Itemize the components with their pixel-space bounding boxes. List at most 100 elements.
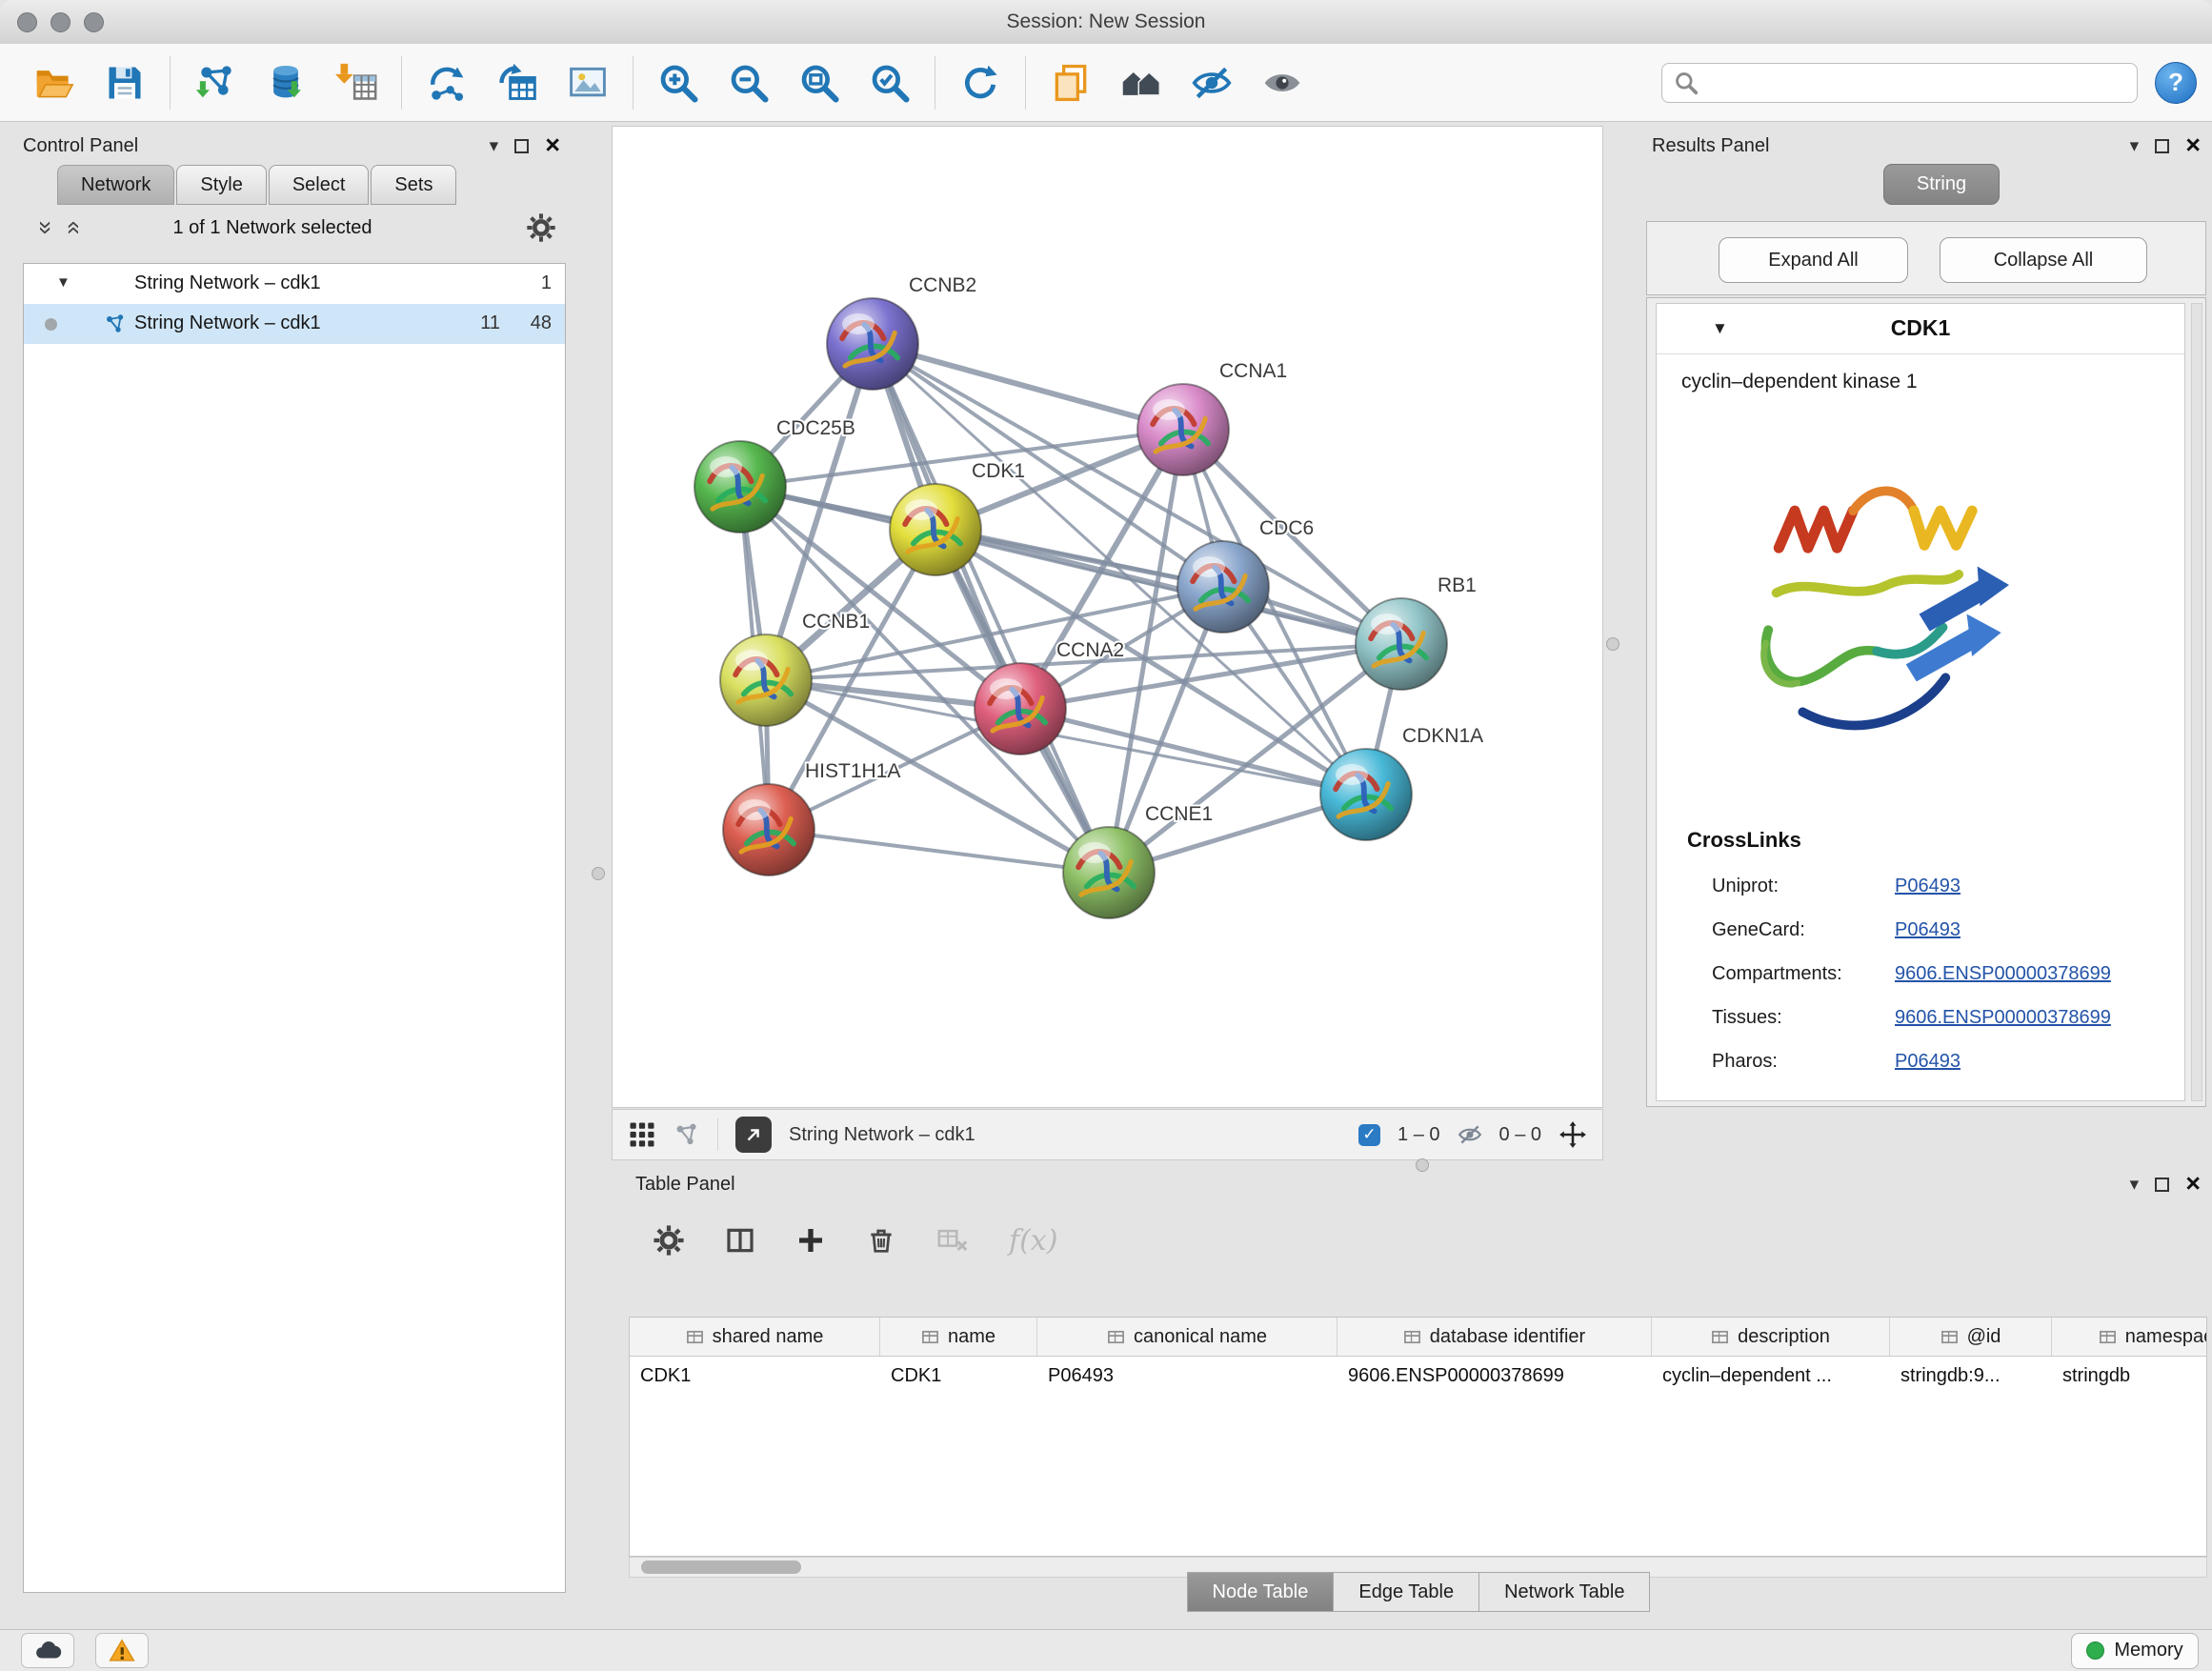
network-canvas[interactable]: CCNB2CCNA1CDC25BCDK1CDC6RB1CCNB1CCNA2CDK… bbox=[613, 127, 1602, 1107]
panel-menu-icon[interactable]: ▾ bbox=[490, 137, 499, 155]
warnings-button[interactable] bbox=[95, 1633, 149, 1668]
expand-all-button[interactable]: Expand All bbox=[1719, 237, 1908, 283]
tab-edge-table[interactable]: Edge Table bbox=[1333, 1572, 1479, 1612]
tab-network-table[interactable]: Network Table bbox=[1478, 1572, 1650, 1612]
control-panel-header: Control Panel ▾ × bbox=[11, 130, 572, 162]
table-options-gear-icon[interactable] bbox=[653, 1224, 685, 1257]
new-network-button[interactable] bbox=[425, 61, 469, 105]
open-session-button[interactable] bbox=[32, 61, 76, 105]
panel-float-icon[interactable] bbox=[514, 139, 529, 153]
column-header-name[interactable]: name bbox=[880, 1318, 1037, 1356]
column-header--id[interactable]: @id bbox=[1890, 1318, 2052, 1356]
network-row-selected[interactable]: String Network – cdk1 11 48 bbox=[24, 304, 565, 344]
results-scrollbar[interactable] bbox=[2191, 303, 2202, 1101]
houses-icon bbox=[1120, 62, 1162, 104]
zoom-fit-button[interactable] bbox=[797, 61, 841, 105]
grid-view-icon[interactable] bbox=[628, 1120, 656, 1149]
import-network-database-button[interactable] bbox=[264, 61, 308, 105]
table-cell[interactable]: CDK1 bbox=[880, 1365, 1037, 1387]
table-cell[interactable]: stringdb bbox=[2052, 1365, 2207, 1387]
hide-graphics-details-button[interactable] bbox=[1190, 61, 1234, 105]
zoom-selected-button[interactable] bbox=[868, 61, 912, 105]
copy-document-button[interactable] bbox=[1049, 61, 1093, 105]
arrow-ne-icon bbox=[743, 1124, 764, 1145]
show-graphics-details-button[interactable] bbox=[1260, 61, 1304, 105]
node-result-header[interactable]: ▼ CDK1 bbox=[1657, 304, 2184, 354]
import-table-file-button[interactable] bbox=[334, 61, 378, 105]
panel-menu-icon[interactable]: ▾ bbox=[2130, 1176, 2140, 1194]
network-options-gear-icon[interactable] bbox=[526, 212, 556, 243]
panel-close-icon[interactable]: × bbox=[545, 135, 560, 156]
toolbar-separator bbox=[1025, 56, 1026, 110]
table-cell[interactable]: CDK1 bbox=[630, 1365, 880, 1387]
node-label: CCNA2 bbox=[1056, 639, 1124, 661]
new-table-button[interactable] bbox=[495, 61, 539, 105]
table-cell[interactable]: P06493 bbox=[1037, 1365, 1337, 1387]
table-cell[interactable]: cyclin–dependent ... bbox=[1652, 1365, 1890, 1387]
bottom-splitter-handle[interactable] bbox=[1416, 1158, 1429, 1172]
save-session-button[interactable] bbox=[103, 61, 147, 105]
add-column-icon[interactable] bbox=[795, 1225, 826, 1256]
selected-checkbox-icon[interactable]: ✓ bbox=[1358, 1124, 1380, 1146]
collapse-all-button[interactable]: Collapse All bbox=[1940, 237, 2147, 283]
table-row[interactable]: CDK1CDK1P064939606.ENSP00000378699cyclin… bbox=[630, 1357, 2207, 1395]
tab-select[interactable]: Select bbox=[269, 165, 370, 205]
tab-sets[interactable]: Sets bbox=[371, 165, 456, 205]
tab-network[interactable]: Network bbox=[57, 165, 174, 205]
pan-crosshair-icon[interactable] bbox=[1558, 1120, 1587, 1149]
panel-close-icon[interactable]: × bbox=[2185, 1174, 2201, 1195]
main-toolbar: ? bbox=[0, 44, 2212, 122]
table-cell[interactable]: 9606.ENSP00000378699 bbox=[1337, 1365, 1652, 1387]
column-type-icon bbox=[1711, 1328, 1729, 1346]
collection-expanded-icon[interactable]: ▼ bbox=[56, 274, 70, 291]
column-header-canonical-name[interactable]: canonical name bbox=[1037, 1318, 1337, 1356]
node-highlight bbox=[1193, 556, 1225, 577]
zoom-selected-icon bbox=[869, 62, 911, 104]
crosslink-link[interactable]: P06493 bbox=[1895, 876, 1961, 897]
open-folder-icon bbox=[33, 62, 75, 104]
crosslink-link[interactable]: P06493 bbox=[1895, 1051, 1961, 1073]
tab-style[interactable]: Style bbox=[176, 165, 266, 205]
import-network-file-button[interactable] bbox=[193, 61, 237, 105]
right-splitter-handle[interactable] bbox=[1606, 637, 1619, 651]
hidden-eye-slash-icon[interactable] bbox=[1458, 1122, 1482, 1147]
crosslink-link[interactable]: 9606.ENSP00000378699 bbox=[1895, 963, 2111, 985]
show-columns-icon[interactable] bbox=[725, 1225, 755, 1256]
column-header-namespace[interactable]: namespace bbox=[2052, 1318, 2207, 1356]
search-input[interactable] bbox=[1661, 63, 2138, 103]
zoom-out-button[interactable] bbox=[727, 61, 771, 105]
zoom-in-icon bbox=[657, 62, 699, 104]
network-icon bbox=[104, 312, 127, 335]
network-collection-row[interactable]: ▼ String Network – cdk1 1 bbox=[24, 264, 565, 304]
panel-menu-icon[interactable]: ▾ bbox=[2130, 137, 2140, 155]
tab-string[interactable]: String bbox=[1883, 164, 2000, 205]
network-edge-count: 48 bbox=[531, 312, 552, 334]
export-image-button[interactable] bbox=[566, 61, 610, 105]
network-edge[interactable] bbox=[769, 830, 1109, 873]
table-cell[interactable]: stringdb:9... bbox=[1890, 1365, 2052, 1387]
network-share-icon[interactable] bbox=[674, 1121, 700, 1148]
panel-float-icon[interactable] bbox=[2155, 1178, 2169, 1192]
network-label: String Network – cdk1 bbox=[134, 312, 321, 334]
results-panel-title: Results Panel bbox=[1652, 135, 1769, 157]
left-splitter-handle[interactable] bbox=[592, 867, 605, 880]
export-view-button[interactable] bbox=[735, 1117, 772, 1153]
column-header-shared-name[interactable]: shared name bbox=[630, 1318, 880, 1356]
column-header-description[interactable]: description bbox=[1652, 1318, 1890, 1356]
overview-button[interactable] bbox=[1119, 61, 1163, 105]
help-button[interactable]: ? bbox=[2155, 62, 2197, 104]
tab-node-table[interactable]: Node Table bbox=[1187, 1572, 1335, 1612]
crosslink-link[interactable]: 9606.ENSP00000378699 bbox=[1895, 1007, 2111, 1029]
network-view[interactable]: CCNB2CCNA1CDC25BCDK1CDC6RB1CCNB1CCNA2CDK… bbox=[612, 126, 1603, 1108]
network-tree: ▼ String Network – cdk1 1 String Network… bbox=[23, 263, 566, 1593]
crosslink-link[interactable]: P06493 bbox=[1895, 919, 1961, 941]
panel-close-icon[interactable]: × bbox=[2185, 135, 2201, 156]
cloud-status-button[interactable] bbox=[21, 1633, 74, 1668]
zoom-in-button[interactable] bbox=[656, 61, 700, 105]
apply-layout-button[interactable] bbox=[958, 61, 1002, 105]
delete-column-trash-icon[interactable] bbox=[866, 1225, 896, 1256]
network-edge[interactable] bbox=[873, 344, 1109, 873]
memory-button[interactable]: Memory bbox=[2071, 1633, 2199, 1669]
panel-float-icon[interactable] bbox=[2155, 139, 2169, 153]
column-header-database-identifier[interactable]: database identifier bbox=[1337, 1318, 1652, 1356]
